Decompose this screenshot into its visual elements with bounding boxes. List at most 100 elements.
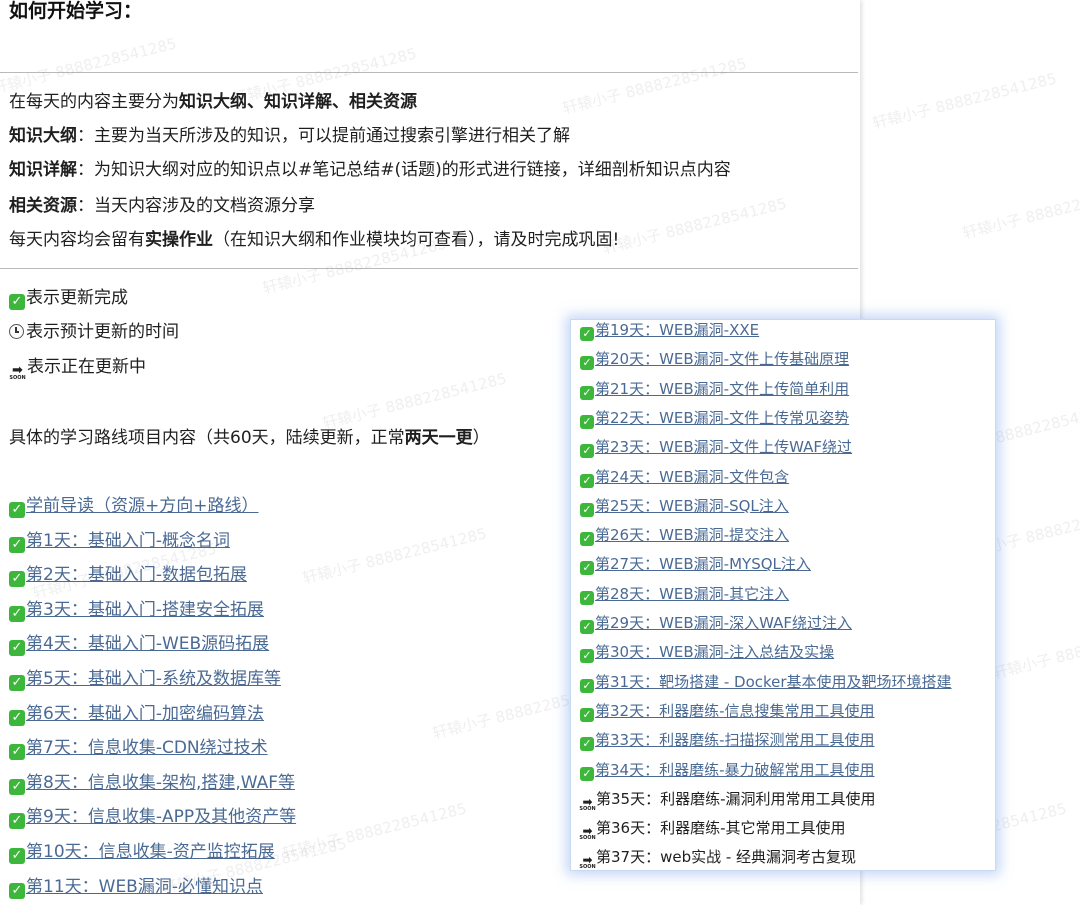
day-list-popup[interactable]: ✓ 第19天：WEB漏洞-XXE ✓ 第20天：WEB漏洞-文件上传基础原理 ✓ 第21天…	[570, 319, 996, 871]
day-link[interactable]: 第8天：信息收集-架构,搭建,WAF等	[26, 773, 295, 793]
day-link[interactable]: 第10天：信息收集-资产监控拓展	[26, 842, 275, 862]
popup-list-item: ✓ 第26天：WEB漏洞-提交注入	[580, 524, 789, 547]
day-link[interactable]: 第26天：WEB漏洞-提交注入	[595, 526, 789, 544]
clock-icon	[9, 324, 24, 339]
watermark-text: 轩辕小子 8888228541285	[560, 54, 749, 118]
checkmark-icon: ✓	[580, 532, 594, 547]
intro-text: 在每天的内容主要分为	[9, 92, 179, 112]
watermark-text: 轩辕小子 8888228541285	[600, 194, 789, 258]
checkmark-icon: ✓	[580, 766, 594, 781]
day-link[interactable]: 第29天：WEB漏洞-深入WAF绕过注入	[595, 614, 852, 632]
soon-arrow-icon: ➡ SOON	[9, 363, 26, 381]
popup-list-item: ✓ 第29天：WEB漏洞-深入WAF绕过注入	[580, 612, 852, 634]
list-item: ✓ 第10天：信息收集-资产监控拓展	[9, 840, 275, 864]
day-link[interactable]: 第30天：WEB漏洞-注入总结及实操	[595, 643, 834, 661]
roadmap-text: ）	[472, 428, 490, 448]
intro-bold: 知识大纲、知识详解、相关资源	[179, 92, 417, 112]
roadmap-intro: 具体的学习路线项目内容（共60天，陆续更新，正常两天一更）	[9, 426, 490, 450]
watermark-text: 轩辕小子 8888228541285	[0, 34, 179, 98]
day-link[interactable]: 第6天：基础入门-加密编码算法	[26, 704, 264, 724]
popup-list-item: ✓ 第28天：WEB漏洞-其它注入	[580, 583, 789, 605]
list-item: ✓ 第11天：WEB漏洞-必懂知识点	[9, 875, 263, 899]
checkmark-icon: ✓	[9, 571, 25, 588]
roadmap-text: 具体的学习路线项目内容（共60天，陆续更新，正常	[9, 428, 405, 448]
intro-text: （在知识大纲和作业模块均可查看），请及时完成巩固!	[213, 230, 620, 250]
day-link[interactable]: 第21天：WEB漏洞-文件上传简单利用	[595, 380, 849, 398]
day-link[interactable]: 第1天：基础入门-概念名词	[26, 531, 230, 551]
legend-label: 表示更新完成	[26, 288, 128, 308]
checkmark-icon: ✓	[580, 502, 594, 517]
day-link[interactable]: 第19天：WEB漏洞-XXE	[595, 321, 759, 339]
popup-list-item: ✓ 第33天：利器磨练-扫描探测常用工具使用	[580, 729, 875, 752]
checkmark-icon: ✓	[580, 414, 594, 429]
list-item: ✓ 第7天：信息收集-CDN绕过技术	[9, 736, 268, 761]
popup-list-item: ✓ 第27天：WEB漏洞-MYSQL注入	[580, 553, 811, 576]
intro-text: 每天内容均会留有	[9, 230, 145, 250]
day-link[interactable]: 第32天：利器磨练-信息搜集常用工具使用	[595, 702, 875, 720]
list-item: ✓ 第5天：基础入门-系统及数据库等	[9, 667, 281, 691]
checkmark-icon: ✓	[9, 675, 25, 691]
watermark-text: 轩辕小子 8888228541285	[960, 179, 1080, 243]
popup-list-item: ➡ SOON 第35天：利器磨练-漏洞利用常用工具使用	[579, 788, 875, 812]
day-link[interactable]: 第5天：基础入门-系统及数据库等	[26, 669, 281, 689]
intro-line-4: 相关资源：当天内容涉及的文档资源分享	[9, 194, 315, 218]
day-link[interactable]: 第22天：WEB漏洞-文件上传常见姿势	[595, 409, 849, 427]
legend-planned: 表示预计更新的时间	[9, 320, 179, 344]
day-link[interactable]: 第11天：WEB漏洞-必懂知识点	[26, 877, 263, 897]
day-link[interactable]: 第31天：靶场搭建 - Docker基本使用及靶场环境搭建	[595, 673, 952, 691]
day-link[interactable]: 第9天：信息收集-APP及其他资产等	[26, 807, 296, 827]
intro-bold: 知识详解	[9, 160, 77, 180]
checkmark-icon: ✓	[580, 649, 594, 664]
checkmark-icon: ✓	[9, 778, 25, 795]
day-link[interactable]: 第25天：WEB漏洞-SQL注入	[595, 497, 789, 515]
intro-line-3: 知识详解：为知识大纲对应的知识点以#笔记总结#(话题)的形式进行链接，详细剖析知…	[9, 158, 731, 182]
checkmark-icon: ✓	[580, 678, 594, 693]
popup-list-item: ✓ 第30天：WEB漏洞-注入总结及实操	[580, 641, 834, 664]
checkmark-icon: ✓	[9, 709, 25, 726]
day-label: 第36天：利器磨练-其它常用工具使用	[596, 819, 846, 838]
intro-bold: 知识大纲	[9, 126, 77, 146]
day-link[interactable]: 第20天：WEB漏洞-文件上传基础原理	[595, 350, 849, 368]
list-item: ✓ 第6天：基础入门-加密编码算法	[9, 702, 264, 726]
watermark-text: 轩辕小子 8888228541285	[300, 524, 489, 588]
divider	[0, 268, 858, 269]
checkmark-icon: ✓	[580, 561, 594, 576]
day-link[interactable]: 第34天：利器磨练-暴力破解常用工具使用	[595, 761, 875, 779]
watermark-text: 轩辕小子 8888228541285	[990, 619, 1080, 683]
intro-text: ：主要为当天所涉及的知识，可以提前通过搜索引擎进行相关了解	[77, 126, 570, 146]
list-item: ✓ 第9天：信息收集-APP及其他资产等	[9, 805, 296, 830]
day-link[interactable]: 第24天：WEB漏洞-文件包含	[595, 468, 789, 486]
popup-list-item: ✓ 第23天：WEB漏洞-文件上传WAF绕过	[580, 436, 852, 459]
day-link[interactable]: 学前导读（资源+方向+路线）	[26, 496, 259, 516]
checkmark-icon: ✓	[9, 536, 25, 553]
day-link[interactable]: 第2天：基础入门-数据包拓展	[26, 565, 247, 585]
checkmark-icon: ✓	[9, 605, 25, 622]
popup-list-item: ✓ 第24天：WEB漏洞-文件包含	[580, 466, 789, 488]
legend-label: 表示正在更新中	[27, 357, 146, 377]
day-link[interactable]: 第28天：WEB漏洞-其它注入	[595, 585, 789, 603]
popup-list-item: ✓ 第31天：靶场搭建 - Docker基本使用及靶场环境搭建	[580, 671, 952, 693]
day-link[interactable]: 第3天：基础入门-搭建安全拓展	[26, 600, 264, 620]
checkmark-icon: ✓	[9, 882, 25, 899]
checkmark-icon: ✓	[580, 444, 594, 459]
list-item: ✓ 第4天：基础入门-WEB源码拓展	[9, 632, 269, 657]
day-link[interactable]: 第33天：利器磨练-扫描探测常用工具使用	[595, 731, 875, 749]
popup-list-item: ✓ 第22天：WEB漏洞-文件上传常见姿势	[580, 407, 849, 429]
day-link[interactable]: 第4天：基础入门-WEB源码拓展	[26, 634, 269, 654]
list-item: ✓ 第8天：信息收集-架构,搭建,WAF等	[9, 771, 295, 795]
popup-list-item: ✓ 第19天：WEB漏洞-XXE	[580, 320, 759, 341]
checkmark-icon: ✓	[580, 737, 594, 752]
day-link[interactable]: 第23天：WEB漏洞-文件上传WAF绕过	[595, 438, 852, 456]
intro-line-1: 在每天的内容主要分为知识大纲、知识详解、相关资源	[9, 90, 417, 114]
checkmark-icon: ✓	[580, 590, 594, 605]
legend-done: ✓ 表示更新完成	[9, 286, 128, 310]
day-link[interactable]: 第27天：WEB漏洞-MYSQL注入	[595, 555, 811, 573]
popup-list-item: ✓ 第25天：WEB漏洞-SQL注入	[580, 495, 789, 517]
intro-bold: 实操作业	[145, 230, 213, 250]
intro-bold: 相关资源	[9, 196, 77, 216]
day-link[interactable]: 第7天：信息收集-CDN绕过技术	[26, 738, 268, 758]
legend-updating: ➡ SOON 表示正在更新中	[9, 355, 146, 382]
list-item: ✓ 第1天：基础入门-概念名词	[9, 529, 230, 553]
watermark-text: 轩辕小子 8888228541285	[320, 369, 509, 433]
intro-text: ：为知识大纲对应的知识点以#笔记总结#(话题)的形式进行链接，详细剖析知识点内容	[77, 160, 731, 180]
